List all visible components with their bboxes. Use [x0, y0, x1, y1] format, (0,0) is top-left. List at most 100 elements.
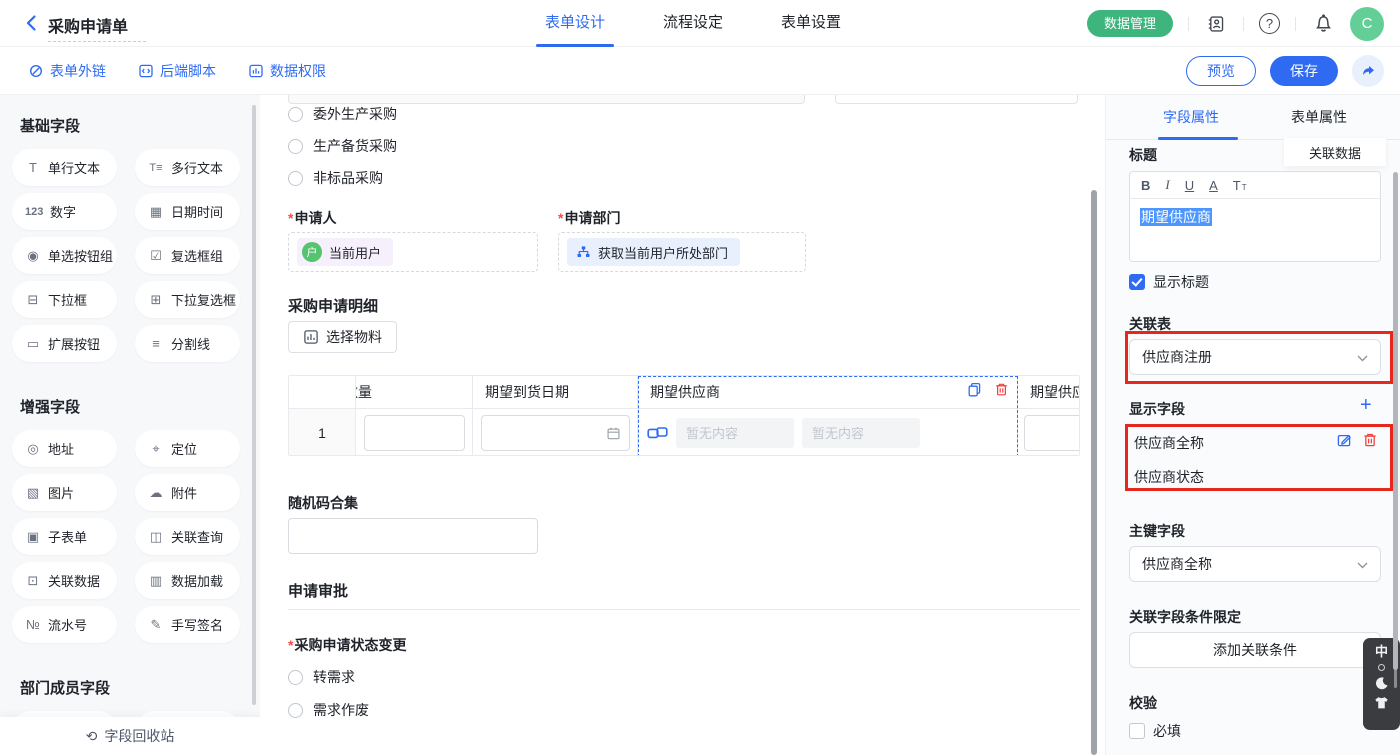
- field-pill-datetime[interactable]: ▦日期时间: [135, 193, 240, 230]
- tab-field-properties[interactable]: 字段属性: [1163, 107, 1219, 127]
- tab-process-setting[interactable]: 流程设定: [663, 0, 723, 47]
- dropdown-icon: ⊟: [25, 292, 41, 308]
- show-title-checkbox-row[interactable]: 显示标题: [1129, 272, 1209, 292]
- applicant-field[interactable]: 户 当前用户: [288, 232, 538, 272]
- copy-column-icon[interactable]: [967, 382, 982, 397]
- field-pill-dropdown-multi[interactable]: ⊞下拉复选框: [135, 281, 240, 318]
- field-pill-dropdown[interactable]: ⊟ 下拉框: [12, 281, 117, 318]
- qty-column-header[interactable]: 数量: [356, 376, 473, 408]
- primary-key-select[interactable]: 供应商全称: [1129, 546, 1381, 582]
- preview-button[interactable]: 预览: [1186, 56, 1256, 86]
- status-option-1[interactable]: 转需求: [288, 666, 355, 688]
- status-option-2[interactable]: 需求作废: [288, 699, 369, 721]
- primary-key-label: 主键字段: [1129, 521, 1185, 541]
- underline-icon[interactable]: U: [1185, 178, 1194, 193]
- purchase-type-option-3[interactable]: 非标品采购: [288, 167, 383, 189]
- checkbox-checked-icon[interactable]: [1129, 274, 1145, 290]
- bold-icon[interactable]: B: [1141, 178, 1150, 193]
- field-pill-radio-group[interactable]: ◉单选按钮组: [12, 237, 117, 274]
- field-pill-single-line-text[interactable]: T单行文本: [12, 149, 117, 186]
- form-external-link[interactable]: 表单外链: [28, 61, 106, 81]
- avatar[interactable]: C: [1350, 7, 1384, 41]
- ime-voice-icon[interactable]: [1378, 664, 1385, 671]
- field-recycle-bin[interactable]: ⟲ 字段回收站: [0, 717, 260, 755]
- notification-bell-icon[interactable]: [1311, 12, 1335, 36]
- add-display-field-icon[interactable]: +: [1360, 395, 1372, 415]
- field-pill-signature[interactable]: ✎手写签名: [135, 606, 240, 643]
- field-pill-multi-line-text[interactable]: T≡多行文本: [135, 149, 240, 186]
- department-label: *申请部门: [558, 208, 620, 228]
- field-pill-location[interactable]: ⌖定位: [135, 430, 240, 467]
- data-manage-button[interactable]: 数据管理: [1087, 10, 1173, 37]
- canvas-scrollbar[interactable]: [1091, 190, 1097, 755]
- field-pill-relation-query[interactable]: ◫关联查询: [135, 518, 240, 555]
- current-user-chip[interactable]: 户 当前用户: [297, 238, 393, 266]
- tab-form-settings[interactable]: 表单设置: [781, 0, 841, 47]
- tab-form-design[interactable]: 表单设计: [545, 0, 605, 47]
- field-pill-number[interactable]: 123数字: [12, 193, 117, 230]
- edit-icon[interactable]: [1336, 432, 1352, 448]
- department-field[interactable]: 获取当前用户所处部门: [558, 232, 806, 272]
- save-button[interactable]: 保存: [1270, 56, 1338, 86]
- font-size-icon[interactable]: T: [1233, 178, 1247, 193]
- share-button[interactable]: [1352, 55, 1384, 87]
- panel-scrollbar[interactable]: [1393, 172, 1398, 670]
- expected-date-column-header[interactable]: 期望到货日期: [473, 376, 638, 408]
- random-code-input[interactable]: [288, 518, 538, 554]
- status-change-label: *采购申请状态变更: [288, 635, 406, 655]
- field-pill-relation-data[interactable]: ⊡关联数据: [12, 562, 117, 599]
- qty-input[interactable]: [364, 415, 465, 451]
- extend-button-icon: ▭: [25, 336, 41, 352]
- field-pill-image[interactable]: ▧图片: [12, 474, 117, 511]
- required-checkbox-row[interactable]: 必填: [1129, 721, 1181, 741]
- radio-icon: [288, 703, 303, 718]
- field-pill-data-load[interactable]: ▥数据加载: [135, 562, 240, 599]
- delete-column-icon[interactable]: [994, 382, 1009, 397]
- purchase-type-option-2[interactable]: 生产备货采购: [288, 135, 397, 157]
- field-pill-attachment[interactable]: ☁附件: [135, 474, 240, 511]
- expected-supplier-copy-column-header[interactable]: 期望供应商: [1018, 376, 1080, 408]
- checkbox-unchecked-icon[interactable]: [1129, 723, 1145, 739]
- top-right-actions: 数据管理 ? C: [1087, 0, 1384, 47]
- field-pill-subform[interactable]: ▣子表单: [12, 518, 117, 555]
- tab-form-properties[interactable]: 表单属性: [1291, 107, 1347, 127]
- add-condition-button[interactable]: 添加关联条件: [1129, 632, 1381, 668]
- applicant-label: *申请人: [288, 208, 336, 228]
- department-chip-label: 获取当前用户所处部门: [598, 243, 728, 262]
- field-pill-divider-line[interactable]: ≡分割线: [135, 325, 240, 362]
- page-title[interactable]: 采购申请单: [48, 13, 146, 42]
- clipped-input-top-right[interactable]: [835, 95, 1078, 104]
- condition-label: 关联字段条件限定: [1129, 607, 1241, 627]
- contact-book-icon[interactable]: [1204, 12, 1228, 36]
- expected-supplier-copy-input[interactable]: [1024, 415, 1080, 451]
- field-pill-extend-button[interactable]: ▭扩展按钮: [12, 325, 117, 362]
- expected-date-input[interactable]: [481, 415, 630, 451]
- backend-script-label: 后端脚本: [160, 61, 216, 81]
- sidebar-scrollbar[interactable]: [252, 105, 256, 705]
- display-field-item-2[interactable]: 供应商状态: [1134, 467, 1204, 487]
- ime-language-icon[interactable]: 中: [1375, 645, 1388, 659]
- property-panel: 字段属性 表单属性 关联数据 标题 B I U A T 期望供应商 显示标题 关…: [1105, 95, 1400, 755]
- data-permission-link[interactable]: 数据权限: [248, 61, 326, 81]
- field-pill-serial-number[interactable]: №流水号: [12, 606, 117, 643]
- field-pill-checkbox-group[interactable]: ☑复选框组: [135, 237, 240, 274]
- expected-supplier-cell[interactable]: 暂无内容 暂无内容: [638, 409, 1018, 456]
- select-material-button[interactable]: 选择物料: [288, 321, 397, 353]
- relation-table-select[interactable]: 供应商注册: [1129, 339, 1381, 375]
- field-pill-label: 下拉框: [48, 290, 87, 309]
- back-icon[interactable]: [22, 13, 42, 33]
- italic-icon[interactable]: I: [1165, 177, 1169, 193]
- title-editor-area[interactable]: 期望供应商: [1130, 199, 1380, 261]
- field-pill-address[interactable]: ◎地址: [12, 430, 117, 467]
- backend-script-link[interactable]: 后端脚本: [138, 61, 216, 81]
- skin-shirt-icon[interactable]: [1374, 696, 1389, 710]
- department-chip[interactable]: 获取当前用户所处部门: [567, 238, 740, 266]
- help-icon[interactable]: ?: [1259, 13, 1280, 34]
- display-field-item-1[interactable]: 供应商全称: [1134, 433, 1204, 453]
- sidebar-field-grid: ◎地址 ⌖定位 ▧图片 ☁附件 ▣子表单 ◫关联查询 ⊡关联数据 ▥数据加载 №流水号 ✎手写签名: [12, 430, 248, 643]
- expected-supplier-column-header[interactable]: 期望供应商: [638, 376, 1018, 408]
- moon-icon[interactable]: [1374, 676, 1389, 691]
- delete-icon[interactable]: [1362, 432, 1378, 448]
- purchase-type-option-1[interactable]: 委外生产采购: [288, 103, 397, 125]
- font-color-icon[interactable]: A: [1209, 178, 1218, 193]
